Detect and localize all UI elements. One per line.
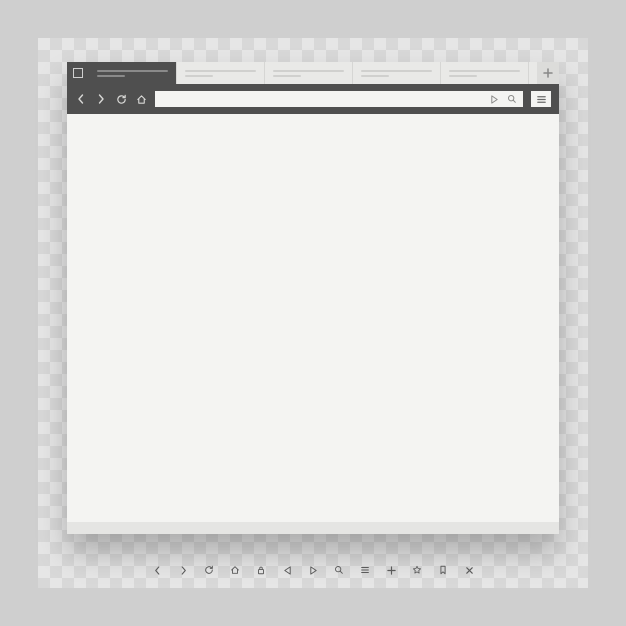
window-control[interactable] [67,62,89,84]
address-bar[interactable] [155,91,523,107]
hamburger-icon [359,564,371,576]
menu-button[interactable] [531,91,551,107]
plus-icon [385,564,397,576]
page-viewport [67,114,559,522]
tab-5[interactable] [441,62,529,84]
home-icon [229,564,241,576]
tab-strip-filler [529,62,537,84]
search-icon [507,94,517,104]
play-left-icon [281,564,293,576]
close-icon [463,564,475,576]
plus-icon [543,68,553,78]
forward-button[interactable] [95,93,107,105]
play-icon [490,95,499,104]
chevron-left-icon [76,94,86,104]
refresh-icon [203,564,215,576]
chevron-left-icon [151,564,163,576]
tab-1[interactable] [89,62,177,84]
star-icon [411,564,423,576]
search-button[interactable] [507,94,517,104]
home-icon [136,94,147,105]
hamburger-icon [536,94,547,105]
status-bar [67,522,559,534]
home-button[interactable] [135,93,147,105]
new-tab-button[interactable] [537,62,559,84]
toolbar [67,84,559,114]
chevron-right-icon [177,564,189,576]
refresh-button[interactable] [115,93,127,105]
tab-strip [67,62,559,84]
window-control-icon [73,68,83,78]
browser-window [67,62,559,534]
bookmark-icon [437,564,449,576]
nav-icons [75,93,147,105]
tab-3[interactable] [265,62,353,84]
icon-palette [0,564,626,576]
tab-2[interactable] [177,62,265,84]
go-button[interactable] [489,94,499,104]
search-icon [333,564,345,576]
tab-4[interactable] [353,62,441,84]
chevron-right-icon [96,94,106,104]
lock-icon [255,564,267,576]
back-button[interactable] [75,93,87,105]
refresh-icon [116,94,127,105]
play-right-icon [307,564,319,576]
